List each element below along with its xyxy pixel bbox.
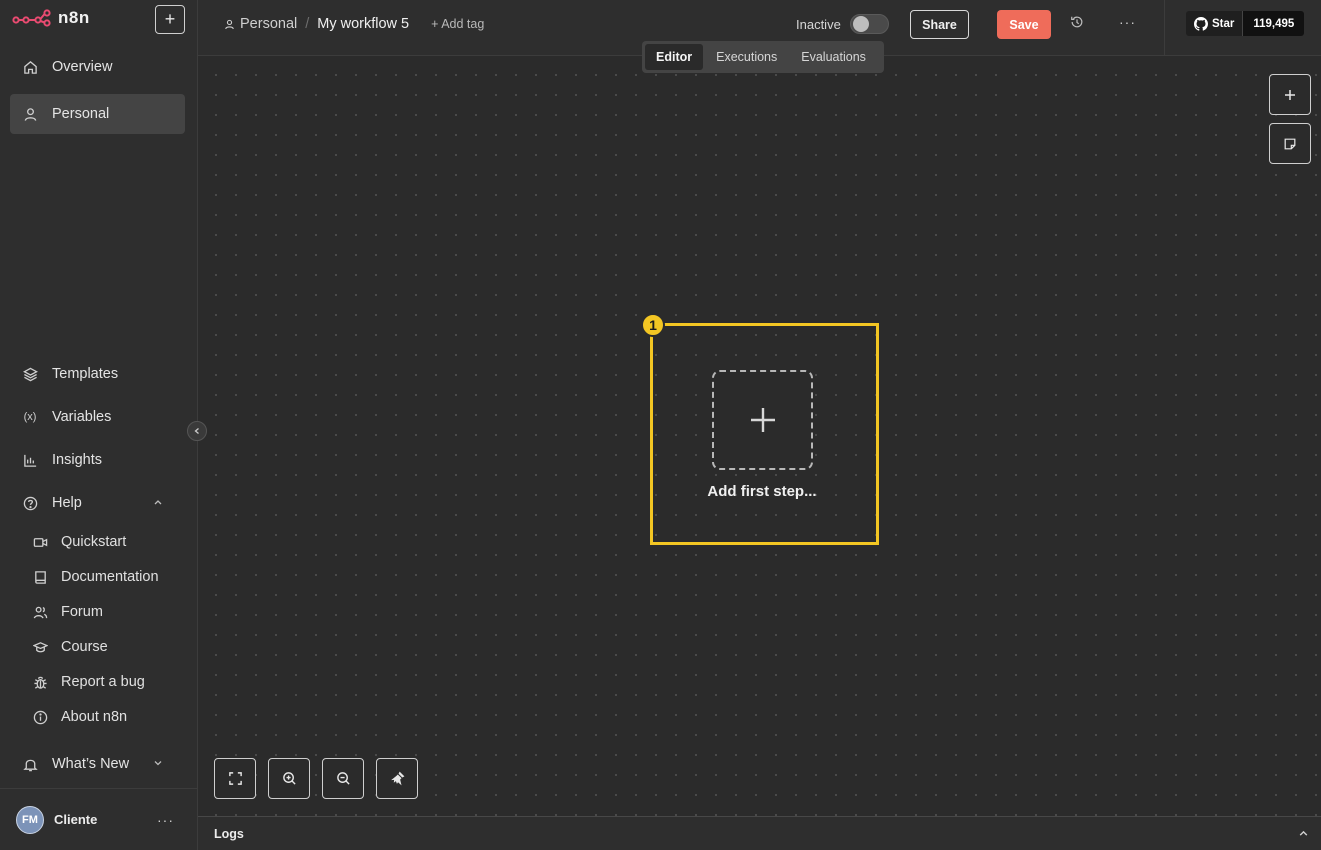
help-icon: [22, 495, 38, 511]
tab-executions[interactable]: Executions: [705, 44, 788, 70]
breadcrumb-project[interactable]: Personal: [224, 16, 297, 32]
help-item-label: Report a bug: [61, 674, 145, 690]
sidebar-item-label: What’s New: [52, 756, 130, 772]
share-button[interactable]: Share: [910, 10, 969, 39]
tab-editor[interactable]: Editor: [645, 44, 704, 70]
help-item-label: Documentation: [61, 569, 159, 585]
avatar: FM: [16, 805, 44, 834]
sidebar: n8n + Overview Personal Templates (x) Va…: [0, 0, 198, 850]
help-item-report-bug[interactable]: Report a bug: [32, 667, 192, 697]
logo-text: n8n: [58, 8, 90, 27]
add-sticky-note-button[interactable]: [1269, 123, 1311, 164]
sidebar-item-label: Variables: [52, 409, 112, 425]
chevron-down-icon: [153, 756, 163, 772]
github-star-button[interactable]: Star 119,495: [1186, 11, 1305, 36]
github-icon: [1194, 16, 1208, 31]
github-star-count: 119,495: [1243, 11, 1305, 36]
fit-view-icon: [228, 772, 242, 785]
bell-icon: [22, 756, 38, 772]
chevron-up-icon[interactable]: [1298, 826, 1309, 844]
workflow-canvas[interactable]: 1 Add first step...: [198, 57, 1321, 816]
more-options-icon[interactable]: ···: [1119, 14, 1136, 30]
sidebar-item-label: Insights: [52, 452, 102, 468]
help-item-about[interactable]: About n8n: [32, 702, 192, 732]
github-star-label: Star: [1212, 17, 1235, 30]
sidebar-item-personal[interactable]: Personal: [10, 94, 185, 134]
help-item-forum[interactable]: Forum: [32, 597, 192, 627]
sidebar-item-variables[interactable]: (x) Variables: [10, 397, 185, 437]
plus-icon: [1285, 89, 1295, 100]
breadcrumb-project-label: Personal: [240, 16, 298, 32]
sidebar-item-label: Overview: [52, 59, 113, 75]
add-tag-button[interactable]: + Add tag: [431, 17, 484, 31]
sidebar-item-insights[interactable]: Insights: [10, 440, 185, 480]
user-menu[interactable]: FM Cliente ···: [0, 788, 198, 850]
activation-toggle[interactable]: [850, 14, 889, 34]
sidebar-item-templates[interactable]: Templates: [10, 354, 185, 394]
variables-icon: (x): [23, 411, 37, 423]
sidebar-item-label: Templates: [52, 366, 119, 382]
add-first-step-button[interactable]: [712, 370, 813, 470]
history-icon[interactable]: [1070, 15, 1084, 34]
zoom-in-icon: [282, 772, 296, 785]
help-item-quickstart[interactable]: Quickstart: [32, 527, 192, 557]
zoom-out-button[interactable]: [322, 758, 364, 799]
chart-icon: [22, 452, 38, 468]
chevron-up-icon: [153, 495, 163, 511]
create-new-button[interactable]: +: [155, 5, 185, 34]
help-item-documentation[interactable]: Documentation: [32, 562, 192, 592]
sidebar-item-overview[interactable]: Overview: [10, 47, 185, 87]
sidebar-item-help[interactable]: Help: [10, 483, 185, 523]
users-icon: [32, 604, 48, 620]
save-button[interactable]: Save: [997, 10, 1051, 39]
book-icon: [32, 569, 48, 585]
view-tabs: Editor Executions Evaluations: [642, 41, 884, 73]
tab-evaluations[interactable]: Evaluations: [790, 44, 877, 70]
info-icon: [32, 709, 48, 725]
help-item-course[interactable]: Course: [32, 632, 192, 662]
broom-icon: [390, 771, 404, 786]
bug-icon: [32, 674, 48, 690]
breadcrumb-separator: /: [305, 16, 310, 32]
toggle-knob: [853, 16, 869, 32]
logs-panel[interactable]: Logs: [198, 816, 1321, 850]
user-icon: [225, 19, 234, 29]
add-first-step-label: Add first step...: [707, 483, 817, 500]
logs-label: Logs: [214, 827, 244, 841]
help-item-label: Quickstart: [61, 534, 127, 550]
video-icon: [32, 534, 48, 550]
zoom-to-fit-button[interactable]: [214, 758, 256, 799]
activation-status-label: Inactive: [796, 17, 841, 32]
help-item-label: About n8n: [61, 709, 128, 725]
breadcrumb: Personal / My workflow 5 + Add tag: [224, 16, 484, 32]
github-star-area: Star 119,495: [1164, 0, 1321, 56]
sidebar-item-label: Personal: [52, 106, 110, 122]
user-icon: [22, 106, 38, 122]
github-star-left: Star: [1186, 11, 1244, 36]
help-item-label: Forum: [61, 604, 103, 620]
workflow-title[interactable]: My workflow 5: [317, 16, 409, 32]
sidebar-item-whats-new[interactable]: What’s New: [10, 744, 185, 784]
chevron-left-icon: [194, 428, 199, 434]
plus-icon: [750, 408, 775, 432]
n8n-logo-icon: [12, 9, 51, 27]
zoom-in-button[interactable]: [268, 758, 310, 799]
zoom-out-icon: [336, 772, 350, 785]
graduation-cap-icon: [32, 639, 48, 655]
templates-icon: [22, 366, 38, 382]
sidebar-item-label: Help: [52, 495, 82, 511]
tidy-up-button[interactable]: [376, 758, 418, 799]
more-options-icon[interactable]: ···: [157, 812, 174, 828]
collapse-sidebar-button[interactable]: [187, 421, 207, 441]
user-name: Cliente: [54, 812, 98, 827]
highlight-badge: 1: [641, 313, 665, 337]
open-nodes-panel-button[interactable]: [1269, 74, 1311, 115]
help-item-label: Course: [61, 639, 108, 655]
home-icon: [22, 59, 38, 75]
n8n-logo[interactable]: n8n: [12, 8, 90, 28]
sticky-note-icon: [1284, 138, 1296, 149]
